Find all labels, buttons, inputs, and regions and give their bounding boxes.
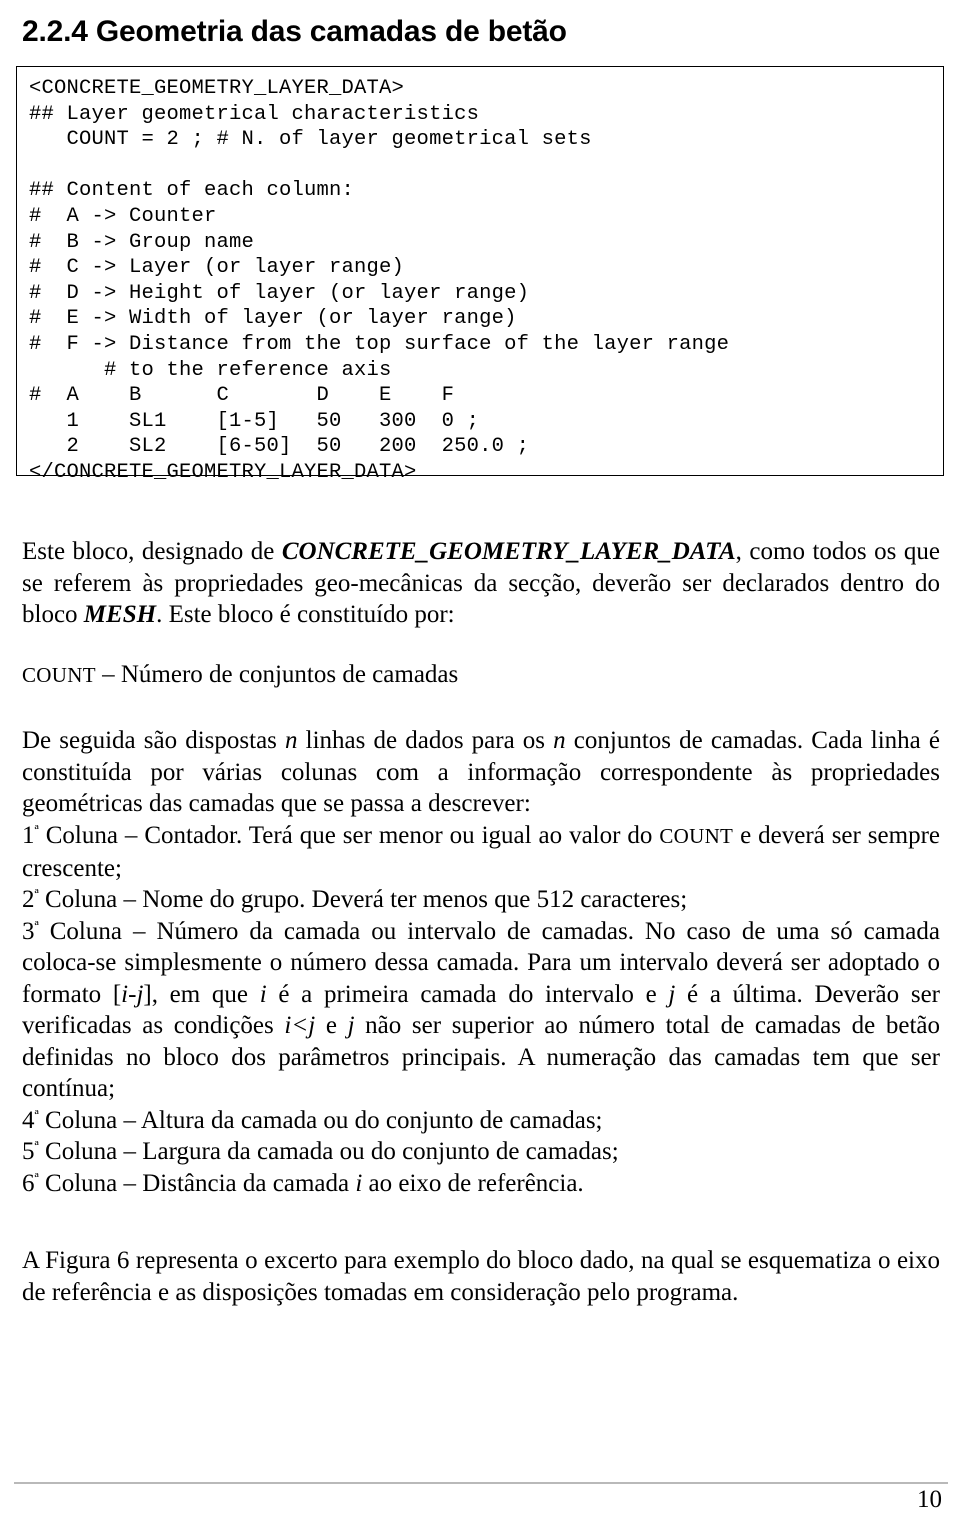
column-description-6: 6ª Coluna – Distância da camada i ao eix… (22, 1168, 940, 1200)
col6-text-part1: Coluna – Distância da camada (38, 1169, 356, 1197)
block-name-emphasis: CONCRETE_GEOMETRY_LAYER_DATA (281, 538, 736, 565)
col2-ordinal: 2 (22, 886, 35, 913)
column-description-5: 5ª Coluna – Largura da camada ou do conj… (22, 1136, 940, 1168)
intro-text-part1: Este bloco, designado de (22, 538, 282, 565)
paragraph-intro: Este bloco, designado de CONCRETE_GEOMET… (22, 536, 940, 631)
col4-text: Coluna – Altura da camada ou do conjunto… (38, 1106, 603, 1134)
variable-i-first: i (259, 980, 267, 1008)
mesh-block-emphasis: MESH (83, 601, 157, 628)
code-block-content: <CONCRETE_GEOMETRY_LAYER_DATA> ## Layer … (29, 77, 730, 484)
document-page: 2.2.4 Geometria das camadas de betão <CO… (0, 0, 960, 1513)
condition-i-less-than-j: i<j (284, 1012, 316, 1039)
col1-count-term: COUNT (659, 824, 734, 848)
col1-text-part1: Coluna – Contador. Terá que ser menor ou… (38, 822, 660, 849)
col5-text: Coluna – Largura da camada ou do conjunt… (38, 1138, 619, 1165)
page-title: 2.2.4 Geometria das camadas de betão (22, 15, 567, 49)
col6-text-part2: ao eixo de referência. (362, 1169, 584, 1197)
variable-j-second: j (347, 1012, 355, 1039)
col6-ordinal: 6 (22, 1169, 35, 1197)
col3-ordinal: 3 (22, 917, 35, 945)
rows-text-part2: linhas de dados para os (297, 727, 554, 754)
col1-ordinal: 1 (22, 822, 35, 849)
count-term: COUNT (22, 663, 96, 687)
variable-n-first: n (285, 727, 298, 754)
paragraph-figure-reference: A Figura 6 representa o excerto para exe… (22, 1247, 940, 1306)
col3-text-part5: e (315, 1012, 348, 1039)
col5-ordinal: 5 (22, 1138, 35, 1165)
col4-ordinal: 4 (22, 1106, 35, 1134)
count-definition-text: – Número de conjuntos de camadas (95, 661, 459, 688)
code-block-container: <CONCRETE_GEOMETRY_LAYER_DATA> ## Layer … (16, 66, 944, 484)
column-description-3: 3ª Coluna – Número da camada ou interval… (22, 916, 940, 1105)
col3-text-part3: é a primeira camada do intervalo e (266, 980, 669, 1008)
col3-text-part2: ], em que (143, 980, 260, 1008)
paragraph-rows-description: De seguida são dispostas n linhas de dad… (22, 725, 940, 820)
column-description-2: 2ª Coluna – Nome do grupo. Deverá ter me… (22, 884, 940, 916)
rows-text-part1: De seguida são dispostas (22, 727, 286, 754)
intro-text-part3: . Este bloco é constituído por: (156, 601, 455, 628)
column-description-4: 4ª Coluna – Altura da camada ou do conju… (22, 1105, 940, 1137)
page-number: 10 (917, 1486, 942, 1513)
footer-divider (14, 1482, 948, 1484)
col2-text: Coluna – Nome do grupo. Deverá ter menos… (38, 886, 688, 913)
variable-range-ij: i-j (121, 980, 144, 1008)
paragraph-count-definition: COUNT – Número de conjuntos de camadas (22, 659, 940, 692)
column-description-1: 1ª Coluna – Contador. Terá que ser menor… (22, 820, 940, 884)
column-descriptions-list: 1ª Coluna – Contador. Terá que ser menor… (22, 820, 940, 1199)
variable-n-second: n (553, 727, 566, 754)
